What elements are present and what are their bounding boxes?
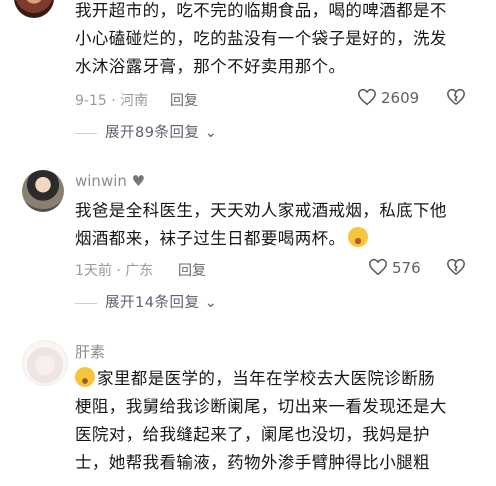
- chevron-down-icon: ⌄: [204, 295, 218, 311]
- yawn-emoji-icon: [348, 227, 369, 247]
- comment-text: 我开超市的，吃不完的临期食品，喝的啤酒都是不 小心磕碰烂的，吃的盐没有一个袋子是…: [75, 1, 447, 76]
- reply-button[interactable]: 回复: [178, 260, 206, 280]
- gray-heart-icon: ♥: [131, 172, 146, 190]
- avatar[interactable]: [22, 340, 68, 386]
- comment-text: 家里都是医学的，当年在学校去大医院诊断肠 梗阻，我舅给我诊断阑尾，切出来一看发现…: [75, 367, 447, 472]
- expand-replies-button[interactable]: 展开14条回复 ⌄: [75, 291, 217, 312]
- like-count: 576: [392, 259, 421, 277]
- like-heart-icon[interactable]: [357, 88, 377, 106]
- divider: [75, 132, 97, 134]
- broken-heart-icon[interactable]: [446, 88, 466, 106]
- avatar[interactable]: [22, 170, 64, 212]
- avatar[interactable]: [14, 0, 54, 18]
- comment-meta: 1天前 · 广东: [75, 263, 154, 279]
- like-count: 2609: [381, 89, 420, 107]
- like-heart-icon[interactable]: [368, 258, 388, 276]
- expand-replies-button[interactable]: 展开89条回复 ⌄: [75, 121, 217, 142]
- chevron-down-icon: ⌄: [204, 125, 218, 141]
- username[interactable]: winwin ♥: [75, 172, 145, 190]
- comment-meta: 9-15 · 河南: [75, 93, 149, 109]
- comment-text: 我爸是全科医生，天天劝人家戒酒戒烟，私底下他 烟酒都来，袜子过生日都要喝两杯。: [75, 201, 447, 248]
- reply-button[interactable]: 回复: [170, 90, 198, 110]
- sweat-emoji-icon: [75, 367, 95, 387]
- username[interactable]: 肝素: [75, 341, 105, 362]
- broken-heart-icon[interactable]: [446, 258, 466, 276]
- divider: [75, 302, 97, 304]
